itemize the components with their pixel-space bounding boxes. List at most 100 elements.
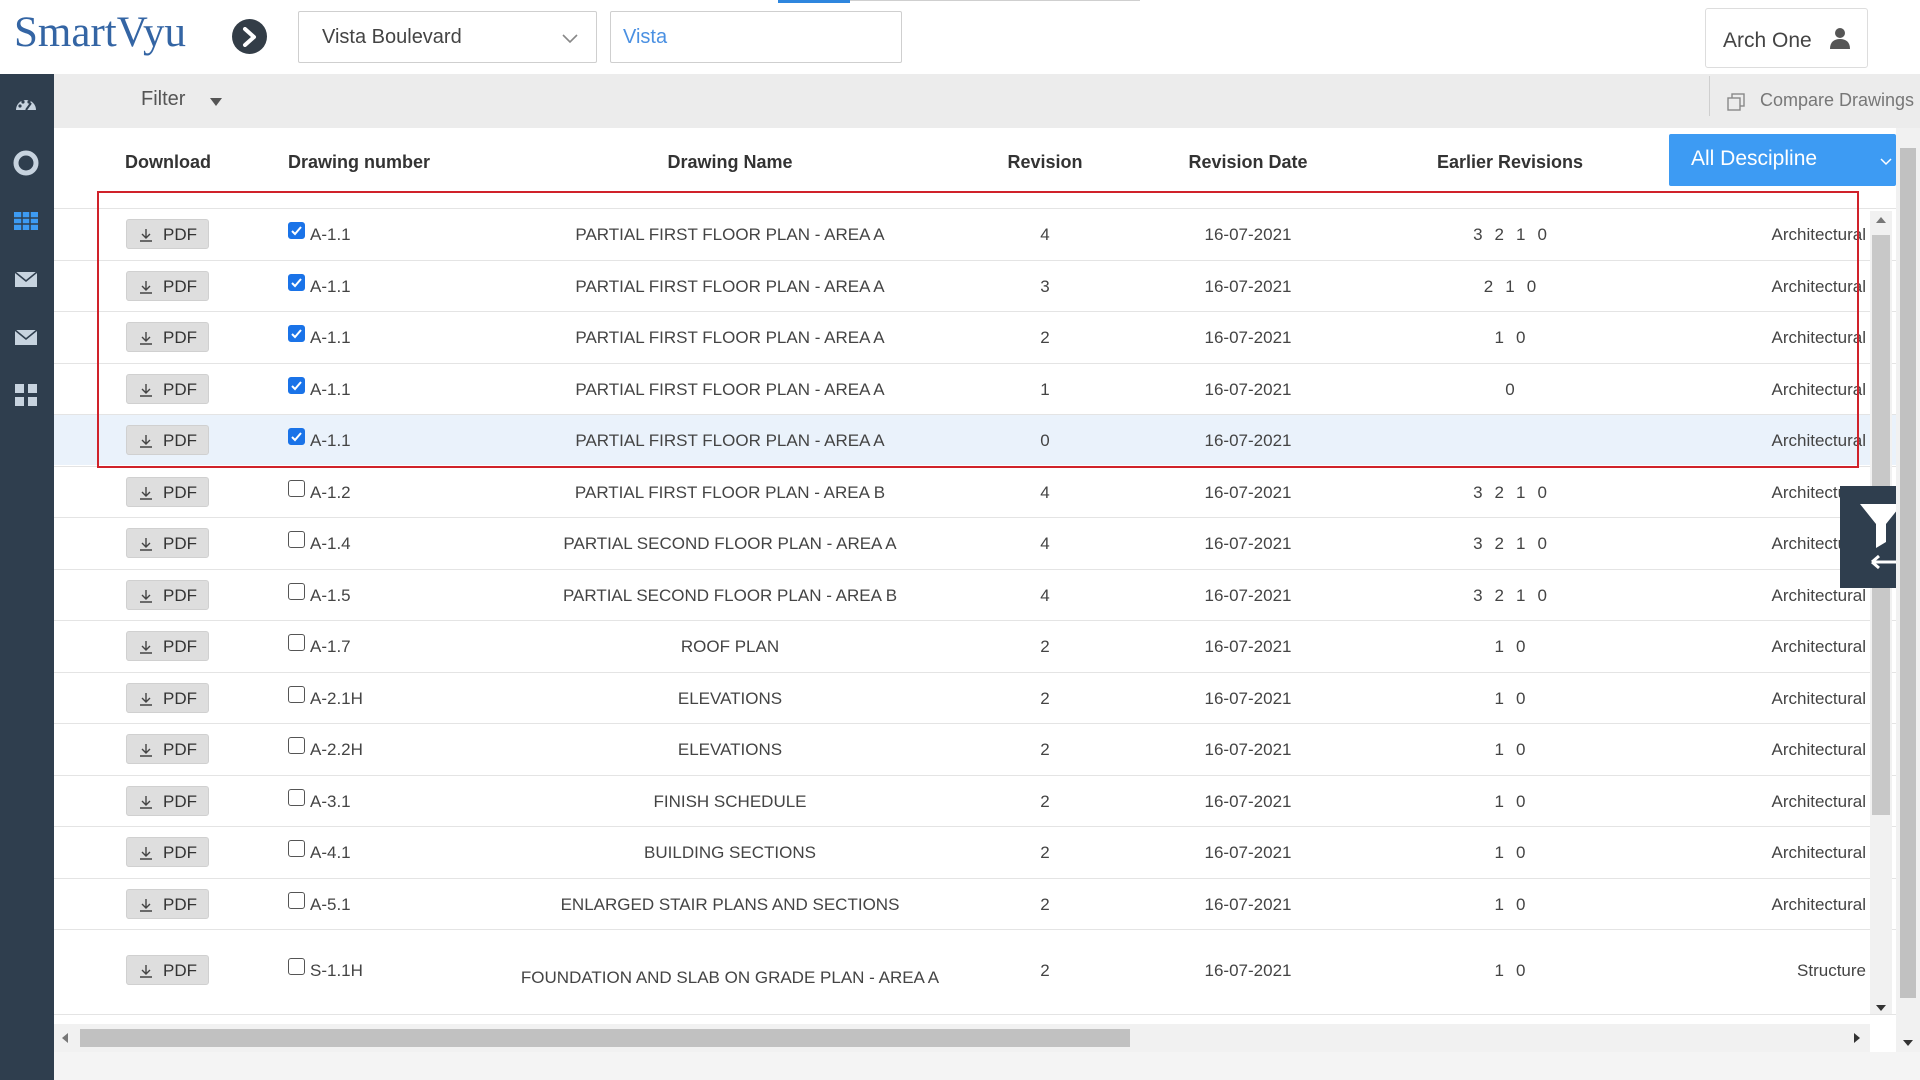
earlier-revision-link[interactable]: 0 — [1516, 637, 1525, 656]
drawing-name[interactable]: PARTIAL SECOND FLOOR PLAN - AREA A — [563, 534, 896, 554]
project-select[interactable]: Vista Boulevard — [298, 11, 597, 63]
scroll-right-icon[interactable] — [1854, 1033, 1860, 1043]
earlier-revision-link[interactable]: 1 — [1495, 328, 1504, 347]
mail-icon[interactable] — [13, 324, 39, 350]
scroll-down-icon[interactable] — [1903, 1040, 1913, 1046]
download-pdf-button[interactable]: PDF — [126, 631, 209, 661]
discipline-dropdown[interactable]: All Descipline — [1669, 134, 1896, 186]
row-checkbox[interactable] — [288, 531, 305, 548]
earlier-revision-link[interactable]: 2 — [1495, 483, 1504, 502]
header-revision-date[interactable]: Revision Date — [1188, 152, 1307, 173]
earlier-revision-link[interactable]: 1 — [1495, 740, 1504, 759]
earlier-revision-link[interactable]: 1 — [1495, 689, 1504, 708]
table-row[interactable]: PDF A-3.1 FINISH SCHEDULE 2 16-07-2021 1 0 Arch… — [54, 774, 1896, 826]
earlier-revision-link[interactable]: 0 — [1516, 740, 1525, 759]
earlier-revision-link[interactable]: 1 — [1516, 225, 1525, 244]
row-checkbox[interactable] — [288, 685, 305, 703]
apps-icon[interactable] — [13, 382, 39, 408]
earlier-revision-link[interactable]: 3 — [1473, 586, 1482, 605]
drawing-name[interactable]: PARTIAL FIRST FLOOR PLAN - AREA A — [575, 225, 884, 245]
drawing-name[interactable]: PARTIAL SECOND FLOOR PLAN - AREA B — [563, 586, 897, 606]
page-vertical-scrollbar[interactable] — [1896, 128, 1920, 1054]
download-pdf-button[interactable]: PDF — [126, 682, 209, 713]
earlier-revision-link[interactable]: 0 — [1537, 586, 1546, 605]
drawing-name[interactable]: PARTIAL FIRST FLOOR PLAN - AREA B — [575, 483, 885, 503]
earlier-revision-link[interactable]: 1 — [1516, 483, 1525, 502]
earlier-revision-link[interactable]: 1 — [1495, 637, 1504, 656]
row-checkbox[interactable] — [288, 958, 305, 975]
download-pdf-button[interactable]: PDF — [126, 888, 209, 919]
table-row[interactable]: PDF A-1.1 PARTIAL FIRST FLOOR PLAN - AREA … — [54, 414, 1896, 465]
scroll-down-icon[interactable] — [1876, 1005, 1886, 1011]
drawing-name[interactable]: PARTIAL FIRST FLOOR PLAN - AREA A — [575, 431, 884, 451]
drawing-name[interactable]: PARTIAL FIRST FLOOR PLAN - AREA A — [575, 277, 884, 297]
table-row[interactable]: FOUNDATION AND SLAB ON GRADE PLAN - AREA — [54, 1014, 1896, 1018]
earlier-revision-link[interactable]: 0 — [1516, 961, 1525, 980]
compare-drawings-button[interactable]: Compare Drawings — [1727, 84, 1920, 118]
table-row[interactable]: PDF A-1.1 PARTIAL FIRST FLOOR PLAN - AREA … — [54, 208, 1896, 259]
drawing-name[interactable]: ROOF PLAN — [681, 637, 779, 657]
earlier-revision-link[interactable]: 2 — [1495, 225, 1504, 244]
table-row[interactable]: PDF A-1.5 PARTIAL SECOND FLOOR PLAN - AREA… — [54, 568, 1896, 620]
download-pdf-button[interactable]: PDF — [126, 734, 209, 764]
row-checkbox[interactable] — [288, 840, 305, 857]
row-checkbox[interactable] — [288, 634, 305, 651]
lifebuoy-icon[interactable] — [13, 150, 39, 176]
download-pdf-button[interactable]: PDF — [126, 219, 209, 249]
earlier-revision-link[interactable]: 2 — [1495, 586, 1504, 605]
mail-icon[interactable] — [13, 266, 39, 292]
earlier-revision-link[interactable]: 1 — [1505, 277, 1514, 296]
row-checkbox[interactable] — [288, 582, 305, 600]
earlier-revision-link[interactable]: 3 — [1473, 225, 1482, 244]
download-pdf-button[interactable]: PDF — [126, 322, 209, 352]
row-checkbox[interactable] — [288, 222, 305, 239]
row-checkbox[interactable] — [288, 479, 305, 497]
header-drawing-number[interactable]: Drawing number — [288, 152, 430, 173]
drawing-name[interactable]: ELEVATIONS — [678, 689, 782, 709]
download-pdf-button[interactable]: PDF — [126, 425, 209, 455]
scrollbar-thumb[interactable] — [1900, 148, 1916, 998]
download-pdf-button[interactable]: PDF — [126, 476, 209, 507]
header-drawing-name[interactable]: Drawing Name — [667, 152, 792, 173]
earlier-revision-link[interactable]: 0 — [1516, 792, 1525, 811]
search-input[interactable] — [610, 11, 902, 63]
header-download[interactable]: Download — [125, 152, 211, 173]
earlier-revision-link[interactable]: 1 — [1495, 843, 1504, 862]
table-row[interactable]: PDF A-1.1 PARTIAL FIRST FLOOR PLAN - AREA … — [54, 311, 1896, 362]
row-checkbox[interactable] — [288, 891, 305, 909]
row-checkbox[interactable] — [288, 428, 305, 445]
dashboard-icon[interactable] — [13, 92, 39, 118]
download-pdf-button[interactable]: PDF — [126, 579, 209, 610]
table-row[interactable]: PDF A-1.2 PARTIAL FIRST FLOOR PLAN - AREA … — [54, 465, 1896, 517]
download-pdf-button[interactable]: PDF — [126, 270, 209, 301]
scroll-up-icon[interactable] — [1876, 217, 1886, 223]
earlier-revision-link[interactable]: 0 — [1537, 483, 1546, 502]
row-checkbox[interactable] — [288, 737, 305, 754]
drawing-name[interactable]: FOUNDATION AND SLAB ON GRADE PLAN - AREA… — [510, 961, 950, 995]
earlier-revision-link[interactable]: 1 — [1516, 534, 1525, 553]
earlier-revision-link[interactable]: 0 — [1537, 534, 1546, 553]
table-row[interactable]: PDF A-1.1 PARTIAL FIRST FLOOR PLAN - AREA … — [54, 362, 1896, 414]
earlier-revision-link[interactable]: 0 — [1505, 380, 1514, 399]
table-row[interactable]: PDF A-5.1 ENLARGED STAIR PLANS AND SECTION… — [54, 877, 1896, 929]
earlier-revision-link[interactable]: 0 — [1537, 225, 1546, 244]
table-row[interactable]: PDF A-2.1H ELEVATIONS 2 16-07-2021 1 0 Architec… — [54, 671, 1896, 723]
earlier-revision-link[interactable]: 0 — [1516, 843, 1525, 862]
download-pdf-button[interactable]: PDF — [126, 837, 209, 867]
drawing-name[interactable]: PARTIAL FIRST FLOOR PLAN - AREA A — [575, 380, 884, 400]
header-earlier-revisions[interactable]: Earlier Revisions — [1437, 152, 1583, 173]
earlier-revision-link[interactable]: 1 — [1495, 895, 1504, 914]
scrollbar-thumb[interactable] — [80, 1029, 1130, 1047]
drawing-name[interactable]: PARTIAL FIRST FLOOR PLAN - AREA A — [575, 328, 884, 348]
earlier-revision-link[interactable]: 2 — [1484, 277, 1493, 296]
table-row[interactable]: PDF A-1.1 PARTIAL FIRST FLOOR PLAN - AREA … — [54, 259, 1896, 311]
earlier-revision-link[interactable]: 2 — [1495, 534, 1504, 553]
expand-chevron-icon[interactable] — [232, 19, 267, 54]
app-logo[interactable]: SmartVyu — [14, 8, 186, 57]
row-checkbox[interactable] — [288, 325, 305, 342]
row-checkbox[interactable] — [288, 788, 305, 806]
table-row[interactable]: PDF S-1.1H FOUNDATION AND SLAB ON GRADE PL… — [54, 929, 1896, 1009]
drawing-name[interactable]: BUILDING SECTIONS — [644, 843, 816, 863]
earlier-revision-link[interactable]: 3 — [1473, 534, 1482, 553]
grid-icon[interactable] — [13, 208, 39, 234]
